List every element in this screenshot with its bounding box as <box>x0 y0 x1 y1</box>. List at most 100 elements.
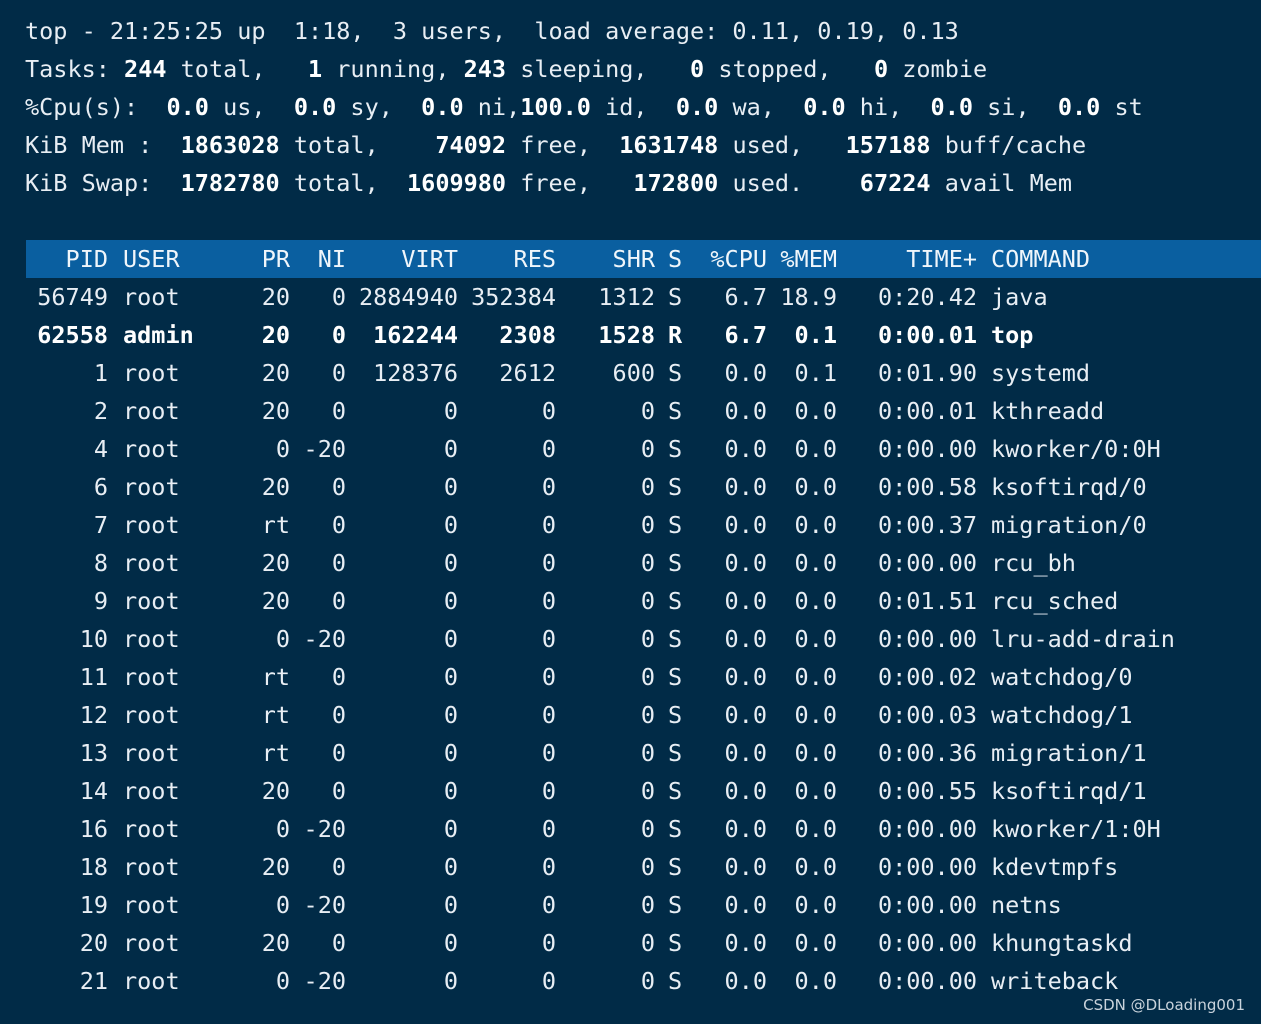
column-header-pid: PID <box>65 245 108 273</box>
cell-virt: 0 <box>443 891 458 919</box>
table-row[interactable]: 18 root 20 0 0 0 0 S 0.0 0.0 0:00.00 kdevtmpfs <box>0 848 1261 886</box>
table-row[interactable]: 19 root 0 -20 0 0 0 S 0.0 0.0 0:00.00 netns <box>0 886 1261 924</box>
cell-time: 0:20.42 <box>877 283 977 311</box>
cell-mem: 0.0 <box>794 549 837 577</box>
cell-state: S <box>668 625 683 653</box>
cell-state: S <box>668 549 683 577</box>
cell-ni: -20 <box>303 891 346 919</box>
cell-res: 0 <box>541 891 556 919</box>
table-row[interactable]: 10 root 0 -20 0 0 0 S 0.0 0.0 0:00.00 lru-add-drain <box>0 620 1261 658</box>
column-header-res: RES <box>513 245 556 273</box>
cell-pid: 2 <box>93 397 108 425</box>
cell-command: khungtaskd <box>991 929 1133 957</box>
cpu-label: %Cpu(s): <box>25 93 167 121</box>
table-row[interactable]: 8 root 20 0 0 0 0 S 0.0 0.0 0:00.00 rcu_bh <box>0 544 1261 582</box>
cell-mem: 0.1 <box>794 359 837 387</box>
cell-time: 0:00.01 <box>877 397 977 425</box>
table-row[interactable]: 20 root 20 0 0 0 0 S 0.0 0.0 0:00.00 khungtaskd <box>0 924 1261 962</box>
swap-label: KiB Swap: <box>25 169 181 197</box>
cell-pr: 20 <box>261 283 290 311</box>
table-row[interactable]: 6 root 20 0 0 0 0 S 0.0 0.0 0:00.58 ksoftirqd/0 <box>0 468 1261 506</box>
table-row[interactable]: 62558 admin 20 0 162244 2308 1528 R 6.7 0.1 0:00.0… <box>0 316 1261 354</box>
cell-user: root <box>123 663 180 691</box>
table-row[interactable]: 12 root rt 0 0 0 0 S 0.0 0.0 0:00.03 watchdog/1 <box>0 696 1261 734</box>
table-row[interactable]: 2 root 20 0 0 0 0 S 0.0 0.0 0:00.01 kthreadd <box>0 392 1261 430</box>
column-header-shr: SHR <box>612 245 655 273</box>
table-row[interactable]: 4 root 0 -20 0 0 0 S 0.0 0.0 0:00.00 kworker/0:0H <box>0 430 1261 468</box>
cell-ni: 0 <box>331 283 346 311</box>
cpu-text: hi, <box>845 93 931 121</box>
tasks-label: Tasks: <box>25 55 125 83</box>
cell-state: S <box>668 853 683 881</box>
cell-command: kdevtmpfs <box>991 853 1119 881</box>
terminal-window[interactable]: top - 21:25:25 up 1:18, 3 users, load av… <box>0 12 1261 1012</box>
cell-pid: 62558 <box>37 321 108 349</box>
cell-state: S <box>668 587 683 615</box>
cell-pid: 4 <box>93 435 108 463</box>
cell-cpu: 0.0 <box>724 663 767 691</box>
cell-time: 0:00.00 <box>877 967 977 995</box>
cell-state: S <box>668 283 683 311</box>
cell-command: rcu_sched <box>991 587 1119 615</box>
cell-ni: 0 <box>331 663 346 691</box>
table-row[interactable]: 13 root rt 0 0 0 0 S 0.0 0.0 0:00.36 migration/1 <box>0 734 1261 772</box>
table-row[interactable]: 56749 root 20 0 2884940 352384 1312 S 6.7 18.9 0:2… <box>0 278 1261 316</box>
cell-command: netns <box>991 891 1062 919</box>
cell-pr: 20 <box>261 853 290 881</box>
table-row[interactable]: 1 root 20 0 128376 2612 600 S 0.0 0.1 0:01.90 syste… <box>0 354 1261 392</box>
cell-command: top <box>991 321 1034 349</box>
cell-res: 0 <box>541 853 556 881</box>
cell-virt: 0 <box>443 967 458 995</box>
cpu-text: si, <box>973 93 1058 121</box>
cell-shr: 0 <box>640 891 655 919</box>
swap-text: avail Mem <box>930 169 1073 197</box>
cell-ni: -20 <box>303 815 346 843</box>
cell-state: S <box>668 739 683 767</box>
table-row[interactable]: 11 root rt 0 0 0 0 S 0.0 0.0 0:00.02 watchdog/0 <box>0 658 1261 696</box>
uptime-text: top - 21:25:25 up 1:18, 3 users, load av… <box>25 17 959 45</box>
tasks-text: running, <box>322 55 464 83</box>
mem-label: KiB Mem : <box>25 131 181 159</box>
cell-time: 0:00.00 <box>877 853 977 881</box>
cell-res: 0 <box>541 967 556 995</box>
cell-mem: 0.0 <box>794 777 837 805</box>
cell-shr: 0 <box>640 663 655 691</box>
tasks-text: zombie <box>888 55 988 83</box>
table-row[interactable]: 9 root 20 0 0 0 0 S 0.0 0.0 0:01.51 rcu_sched <box>0 582 1261 620</box>
table-row[interactable]: 14 root 20 0 0 0 0 S 0.0 0.0 0:00.55 ksoftirqd/1 <box>0 772 1261 810</box>
cell-mem: 0.0 <box>794 891 837 919</box>
cell-res: 2308 <box>499 321 556 349</box>
cell-user: root <box>123 359 180 387</box>
cell-command: watchdog/0 <box>991 663 1133 691</box>
cell-mem: 0.0 <box>794 473 837 501</box>
cpu-st: 0.0 <box>1057 93 1101 121</box>
table-row[interactable]: 21 root 0 -20 0 0 0 S 0.0 0.0 0:00.00 writeback <box>0 962 1261 1000</box>
cell-pr: 0 <box>275 625 290 653</box>
cell-state: S <box>668 511 683 539</box>
mem-text: total, <box>279 131 436 159</box>
cell-time: 0:00.00 <box>877 929 977 957</box>
cell-pr: 20 <box>261 929 290 957</box>
cell-shr: 0 <box>640 625 655 653</box>
cell-command: ksoftirqd/1 <box>991 777 1147 805</box>
cell-res: 0 <box>541 587 556 615</box>
cell-mem: 0.0 <box>794 815 837 843</box>
table-row[interactable]: 16 root 0 -20 0 0 0 S 0.0 0.0 0:00.00 kworker/1:0H <box>0 810 1261 848</box>
cell-command: lru-add-drain <box>991 625 1175 653</box>
column-header-virt: VIRT <box>401 245 458 273</box>
cell-shr: 0 <box>640 929 655 957</box>
cell-res: 0 <box>541 435 556 463</box>
table-row[interactable]: 7 root rt 0 0 0 0 S 0.0 0.0 0:00.37 migration/0 <box>0 506 1261 544</box>
cell-pid: 8 <box>93 549 108 577</box>
cpu-us: 0.0 <box>166 93 209 121</box>
cell-pid: 11 <box>79 663 108 691</box>
cpu-wa: 0.0 <box>675 93 719 121</box>
cell-virt: 162244 <box>373 321 458 349</box>
tasks-stopped: 0 <box>690 55 705 83</box>
cell-mem: 0.0 <box>794 701 837 729</box>
cell-shr: 0 <box>640 815 655 843</box>
cell-pid: 12 <box>79 701 108 729</box>
cell-shr: 0 <box>640 511 655 539</box>
tasks-sleeping: 243 <box>463 55 507 83</box>
cell-pr: 20 <box>261 473 290 501</box>
